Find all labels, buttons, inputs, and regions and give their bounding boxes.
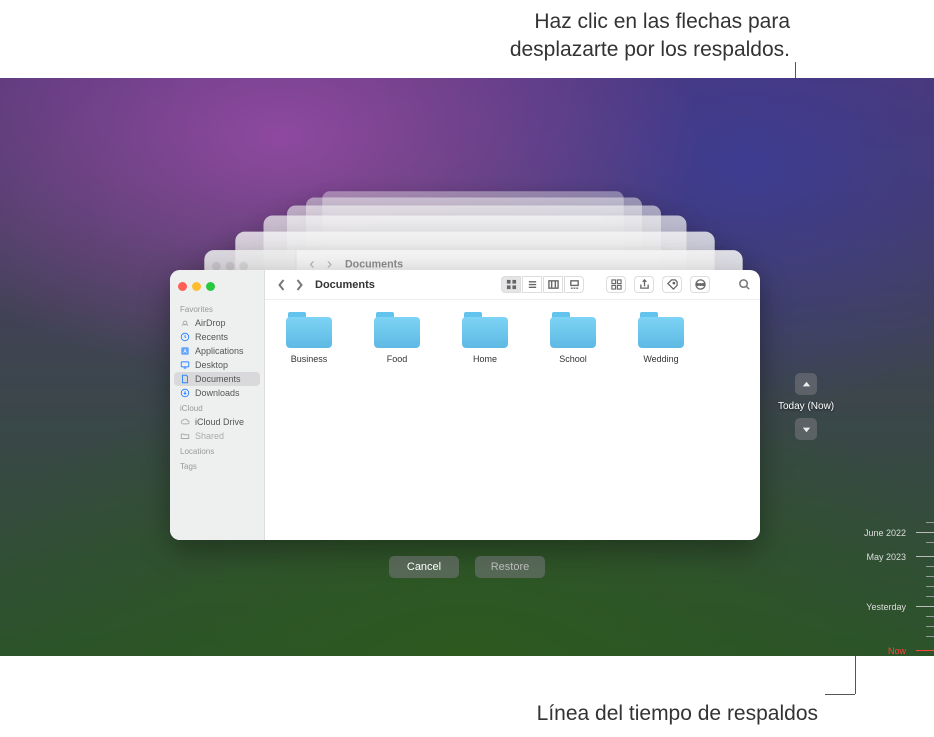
timeline-minor-tick xyxy=(926,596,934,597)
sidebar-item-recents[interactable]: Recents xyxy=(170,330,264,344)
finder-main: Documents xyxy=(265,270,760,540)
annotation-bottom: Línea del tiempo de respaldos xyxy=(488,700,818,728)
group-button[interactable] xyxy=(606,276,626,293)
folder-icon xyxy=(286,312,332,348)
folder-label: Food xyxy=(387,354,408,364)
snapshot-nav: Today (Now) xyxy=(778,373,834,440)
sidebar-item-label: Shared xyxy=(195,431,224,441)
folder-label: School xyxy=(559,354,587,364)
finder-content[interactable]: Business Food Home School Wedding xyxy=(265,300,760,540)
backup-timeline[interactable]: June 2022 May 2023 Yesterday Now xyxy=(864,508,934,656)
shared-folder-icon xyxy=(180,431,190,441)
folder-item-wedding[interactable]: Wedding xyxy=(631,312,691,364)
restore-label: Restore xyxy=(491,561,530,573)
cloud-icon xyxy=(180,417,190,427)
desktop-icon xyxy=(180,360,190,370)
folder-icon xyxy=(462,312,508,348)
previous-snapshot-button[interactable] xyxy=(795,373,817,395)
sidebar-item-label: Desktop xyxy=(195,360,228,370)
sidebar-section-locations: Locations xyxy=(170,443,264,458)
folder-label: Wedding xyxy=(643,354,678,364)
callout-line-bottom-h xyxy=(825,694,855,695)
clock-icon xyxy=(180,332,190,342)
timeline-label: May 2023 xyxy=(866,552,906,562)
sidebar-item-label: iCloud Drive xyxy=(195,417,244,427)
documents-icon xyxy=(180,374,190,384)
close-button[interactable] xyxy=(178,282,187,291)
sidebar-item-desktop[interactable]: Desktop xyxy=(170,358,264,372)
sidebar-item-label: AirDrop xyxy=(195,318,226,328)
sidebar-item-documents[interactable]: Documents xyxy=(174,372,260,386)
sidebar-item-label: Applications xyxy=(195,346,244,356)
share-button[interactable] xyxy=(634,276,654,293)
applications-icon: A xyxy=(180,346,190,356)
cancel-label: Cancel xyxy=(407,561,441,573)
timeline-label: June 2022 xyxy=(864,528,906,538)
folder-label: Business xyxy=(291,354,328,364)
timeline-minor-tick xyxy=(926,616,934,617)
folder-icon xyxy=(374,312,420,348)
timeline-minor-tick xyxy=(926,542,934,543)
sidebar-section-favorites: Favorites xyxy=(170,301,264,316)
current-snapshot-label: Today (Now) xyxy=(778,401,834,412)
view-mode-group xyxy=(501,276,584,293)
sidebar-item-label: Documents xyxy=(195,374,241,384)
sidebar-item-shared[interactable]: Shared xyxy=(170,429,264,443)
sidebar-item-applications[interactable]: A Applications xyxy=(170,344,264,358)
next-snapshot-button[interactable] xyxy=(795,418,817,440)
list-view-button[interactable] xyxy=(522,276,542,293)
tag-button[interactable] xyxy=(662,276,682,293)
annotation-top: Haz clic en las flechas para desplazarte… xyxy=(370,8,790,65)
action-button[interactable] xyxy=(690,276,710,293)
airdrop-icon xyxy=(180,318,190,328)
restore-button[interactable]: Restore xyxy=(475,556,545,578)
gallery-view-button[interactable] xyxy=(564,276,584,293)
timemachine-desktop: ‹›Documents Favorites AirDrop Recents xyxy=(0,78,934,656)
sidebar-item-label: Recents xyxy=(195,332,228,342)
sidebar-section-icloud: iCloud xyxy=(170,400,264,415)
maximize-button[interactable] xyxy=(206,282,215,291)
timeline-minor-tick xyxy=(926,586,934,587)
sidebar-section-tags: Tags xyxy=(170,458,264,473)
sidebar-item-label: Downloads xyxy=(195,388,240,398)
timeline-label: Yesterday xyxy=(866,602,906,612)
column-view-button[interactable] xyxy=(543,276,563,293)
search-button[interactable] xyxy=(736,277,752,293)
finder-sidebar: Favorites AirDrop Recents A Applications xyxy=(170,270,265,540)
folder-label: Home xyxy=(473,354,497,364)
finder-toolbar: Documents xyxy=(265,270,760,300)
folder-item-business[interactable]: Business xyxy=(279,312,339,364)
timeline-minor-tick xyxy=(926,576,934,577)
annotation-bottom-text: Línea del tiempo de respaldos xyxy=(537,702,818,725)
folder-icon xyxy=(638,312,684,348)
action-bar: Cancel Restore xyxy=(389,556,545,578)
sidebar-item-icloud-drive[interactable]: iCloud Drive xyxy=(170,415,264,429)
timeline-minor-tick xyxy=(926,626,934,627)
window-controls xyxy=(170,276,264,301)
folder-item-school[interactable]: School xyxy=(543,312,603,364)
annotation-top-line1: Haz clic en las flechas para xyxy=(534,10,790,33)
annotation-top-line2: desplazarte por los respaldos. xyxy=(510,38,790,61)
folder-icon xyxy=(550,312,596,348)
window-title: Documents xyxy=(315,279,375,291)
finder-window[interactable]: Favorites AirDrop Recents A Applications xyxy=(170,270,760,540)
sidebar-item-airdrop[interactable]: AirDrop xyxy=(170,316,264,330)
forward-button[interactable] xyxy=(291,277,307,293)
icon-view-button[interactable] xyxy=(501,276,521,293)
timeline-minor-tick xyxy=(926,522,934,523)
folder-item-home[interactable]: Home xyxy=(455,312,515,364)
downloads-icon xyxy=(180,388,190,398)
sidebar-item-downloads[interactable]: Downloads xyxy=(170,386,264,400)
cancel-button[interactable]: Cancel xyxy=(389,556,459,578)
timeline-label-now: Now xyxy=(888,646,906,656)
timeline-minor-tick xyxy=(926,636,934,637)
timeline-minor-tick xyxy=(926,566,934,567)
folder-item-food[interactable]: Food xyxy=(367,312,427,364)
back-button[interactable] xyxy=(273,277,289,293)
minimize-button[interactable] xyxy=(192,282,201,291)
